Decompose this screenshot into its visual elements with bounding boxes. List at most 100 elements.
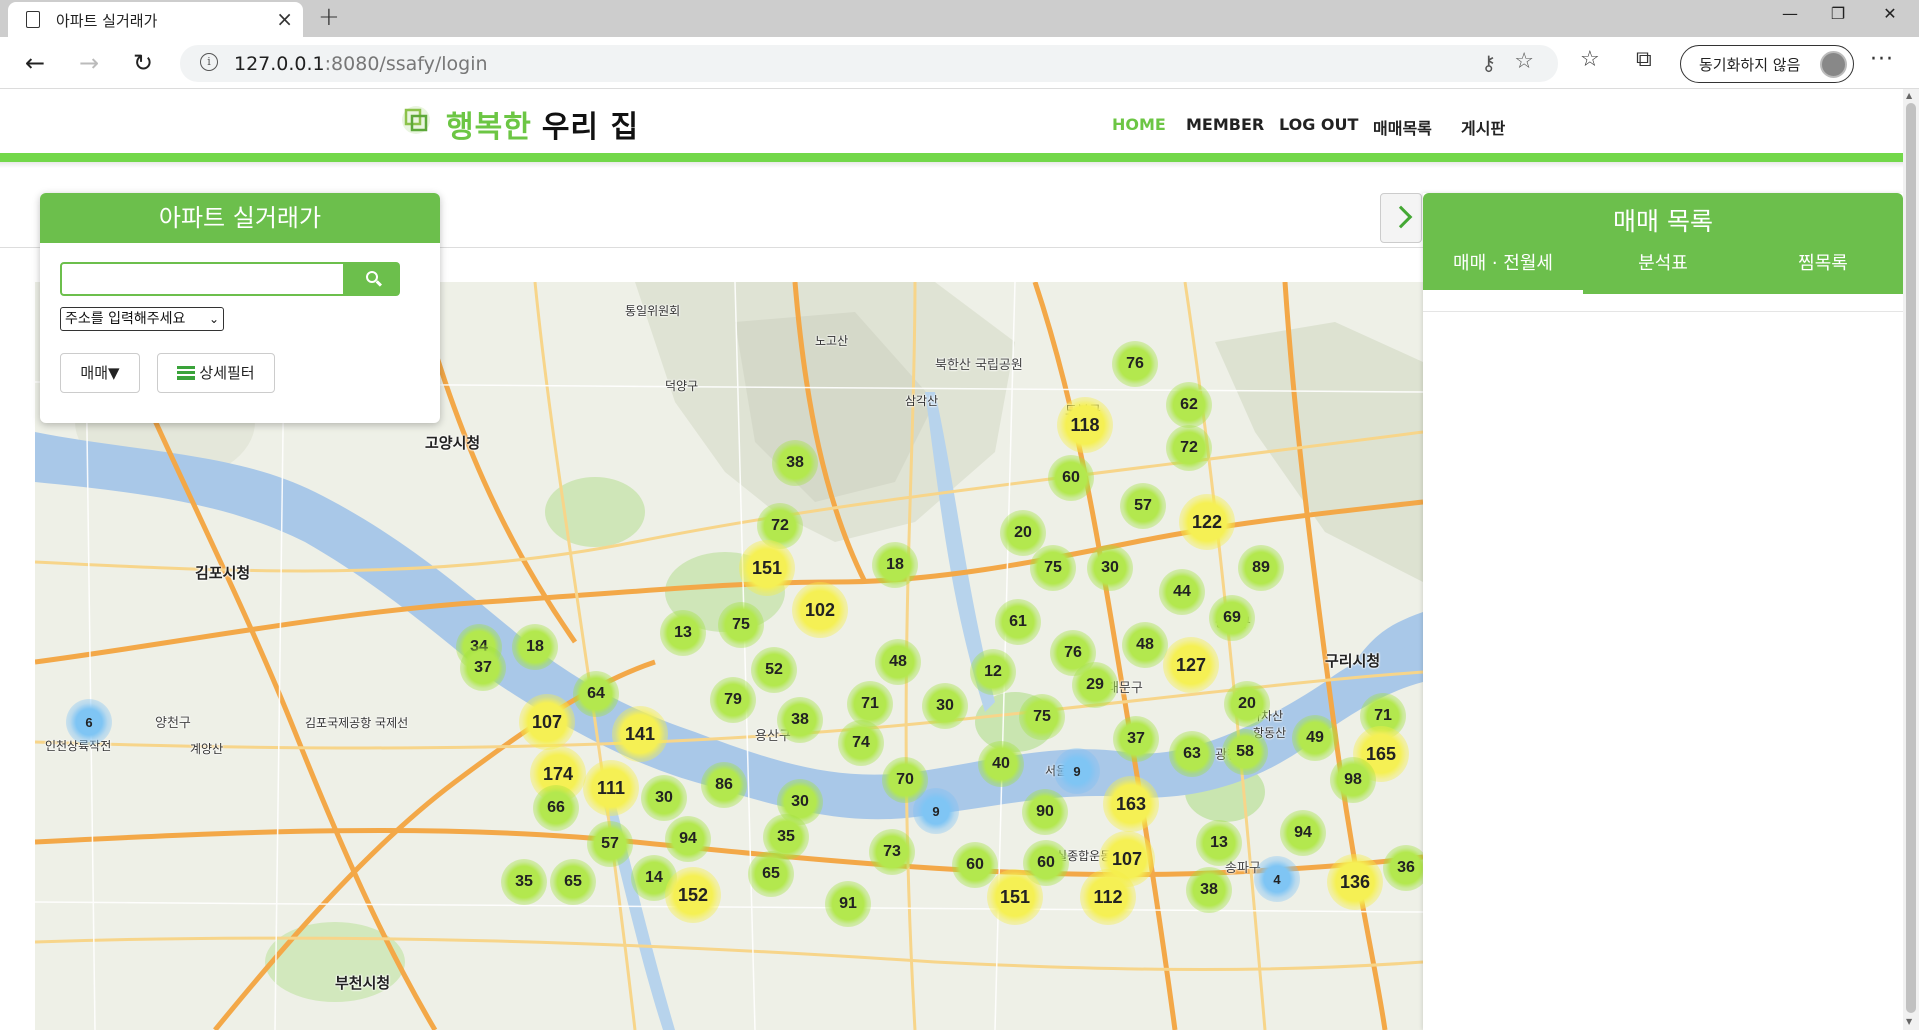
apartment-cluster-marker[interactable]: 64 [573, 671, 619, 717]
detail-filter-button[interactable]: 상세필터 [157, 353, 275, 393]
apartment-cluster-marker[interactable]: 107 [519, 694, 575, 750]
panel-toggle-button[interactable] [1380, 193, 1422, 243]
url-text[interactable]: 127.0.0.1:8080/ssafy/login [234, 53, 488, 75]
tab-sale-rent[interactable]: 매매 · 전월세 [1423, 251, 1583, 294]
apartment-cluster-marker[interactable]: 127 [1163, 637, 1219, 693]
apartment-cluster-marker[interactable]: 9 [913, 788, 959, 834]
search-input[interactable] [60, 262, 345, 296]
apartment-cluster-marker[interactable]: 76 [1112, 341, 1158, 387]
apartment-cluster-marker[interactable]: 6 [66, 699, 112, 745]
apartment-cluster-marker[interactable]: 40 [978, 741, 1024, 787]
new-tab-button[interactable]: + [318, 2, 340, 32]
nav-board[interactable]: 게시판 [1461, 115, 1505, 139]
apartment-cluster-marker[interactable]: 89 [1238, 545, 1284, 591]
apartment-cluster-marker[interactable]: 102 [792, 582, 848, 638]
apartment-cluster-marker[interactable]: 90 [1022, 789, 1068, 835]
apartment-cluster-marker[interactable]: 38 [777, 697, 823, 743]
apartment-cluster-marker[interactable]: 151 [739, 540, 795, 596]
apartment-cluster-marker[interactable]: 69 [1209, 595, 1255, 641]
apartment-cluster-marker[interactable]: 163 [1103, 776, 1159, 832]
nav-logout[interactable]: LOG OUT [1279, 115, 1358, 134]
profile-sync-button[interactable]: 동기화하지 않음 [1680, 45, 1854, 83]
apartment-cluster-marker[interactable]: 30 [641, 775, 687, 821]
apartment-cluster-marker[interactable]: 30 [922, 683, 968, 729]
apartment-cluster-marker[interactable]: 65 [748, 851, 794, 897]
apartment-cluster-marker[interactable]: 94 [1280, 810, 1326, 856]
close-window-button[interactable]: ✕ [1860, 0, 1919, 30]
apartment-cluster-marker[interactable]: 38 [1186, 867, 1232, 913]
favorite-star-icon[interactable]: ☆ [1514, 49, 1534, 74]
apartment-cluster-marker[interactable]: 72 [1166, 425, 1212, 471]
apartment-cluster-marker[interactable]: 86 [701, 762, 747, 808]
apartment-cluster-marker[interactable]: 44 [1159, 569, 1205, 615]
apartment-cluster-marker[interactable]: 29 [1072, 662, 1118, 708]
apartment-cluster-marker[interactable]: 65 [550, 859, 596, 905]
site-info-icon[interactable]: i [200, 53, 218, 71]
apartment-cluster-marker[interactable]: 94 [665, 816, 711, 862]
tab-analysis[interactable]: 분석표 [1583, 251, 1743, 294]
apartment-cluster-marker[interactable]: 151 [987, 869, 1043, 925]
apartment-cluster-marker[interactable]: 13 [1196, 820, 1242, 866]
apartment-cluster-marker[interactable]: 18 [512, 624, 558, 670]
apartment-cluster-marker[interactable]: 141 [612, 706, 668, 762]
apartment-cluster-marker[interactable]: 35 [501, 859, 547, 905]
apartment-cluster-marker[interactable]: 79 [710, 677, 756, 723]
collections-icon[interactable]: ⧉ [1636, 47, 1652, 72]
tab-favorites[interactable]: 찜목록 [1743, 251, 1903, 294]
apartment-cluster-marker[interactable]: 37 [460, 645, 506, 691]
page-scrollbar[interactable]: ▲ ▼ [1903, 89, 1919, 1030]
apartment-cluster-marker[interactable]: 13 [660, 610, 706, 656]
apartment-cluster-marker[interactable]: 52 [751, 647, 797, 693]
apartment-cluster-marker[interactable]: 111 [583, 760, 639, 816]
apartment-cluster-marker[interactable]: 98 [1330, 757, 1376, 803]
search-button[interactable] [345, 262, 400, 296]
close-tab-icon[interactable]: × [276, 7, 293, 31]
apartment-cluster-marker[interactable]: 75 [718, 602, 764, 648]
scroll-down-icon[interactable]: ▼ [1906, 1017, 1912, 1026]
apartment-cluster-marker[interactable]: 18 [872, 542, 918, 588]
more-menu-icon[interactable]: ··· [1870, 47, 1894, 72]
apartment-cluster-marker[interactable]: 38 [772, 440, 818, 486]
nav-deal-list[interactable]: 매매목록 [1373, 115, 1432, 139]
apartment-cluster-marker[interactable]: 75 [1030, 545, 1076, 591]
apartment-cluster-marker[interactable]: 36 [1383, 845, 1423, 891]
apartment-cluster-marker[interactable]: 57 [1120, 483, 1166, 529]
back-button[interactable]: ← [18, 46, 52, 80]
apartment-cluster-marker[interactable]: 118 [1057, 397, 1113, 453]
nav-member[interactable]: MEMBER [1186, 115, 1264, 134]
apartment-cluster-marker[interactable]: 61 [995, 599, 1041, 645]
apartment-cluster-marker[interactable]: 4 [1254, 856, 1300, 902]
favorites-icon[interactable]: ☆ [1580, 47, 1600, 72]
key-icon[interactable]: ⚷ [1481, 51, 1496, 75]
apartment-cluster-marker[interactable]: 75 [1019, 694, 1065, 740]
apartment-cluster-marker[interactable]: 122 [1179, 494, 1235, 550]
address-bar[interactable]: i 127.0.0.1:8080/ssafy/login ⚷ ☆ [180, 45, 1558, 82]
apartment-cluster-marker[interactable]: 152 [665, 867, 721, 923]
apartment-cluster-marker[interactable]: 57 [587, 821, 633, 867]
brand-title[interactable]: 행복한 우리 집 [446, 102, 639, 146]
reload-button[interactable]: ↻ [126, 46, 160, 80]
apartment-cluster-marker[interactable]: 48 [1122, 622, 1168, 668]
apartment-cluster-marker[interactable]: 20 [1224, 681, 1270, 727]
apartment-cluster-marker[interactable]: 49 [1292, 715, 1338, 761]
apartment-cluster-marker[interactable]: 136 [1327, 854, 1383, 910]
apartment-cluster-marker[interactable]: 58 [1222, 729, 1268, 775]
apartment-cluster-marker[interactable]: 37 [1113, 716, 1159, 762]
deal-type-button[interactable]: 매매▼ [60, 353, 140, 393]
apartment-cluster-marker[interactable]: 12 [970, 649, 1016, 695]
maximize-button[interactable]: ❐ [1808, 0, 1868, 30]
scroll-thumb[interactable] [1906, 103, 1916, 1013]
logo-icon[interactable] [401, 105, 431, 135]
apartment-cluster-marker[interactable]: 63 [1169, 731, 1215, 777]
apartment-cluster-marker[interactable]: 66 [533, 785, 579, 831]
apartment-cluster-marker[interactable]: 91 [825, 881, 871, 927]
nav-home[interactable]: HOME [1112, 115, 1166, 134]
scroll-up-icon[interactable]: ▲ [1906, 91, 1912, 100]
browser-tab[interactable]: 아파트 실거래가 × [8, 2, 303, 37]
apartment-cluster-marker[interactable]: 62 [1166, 382, 1212, 428]
apartment-cluster-marker[interactable]: 74 [838, 720, 884, 766]
apartment-cluster-marker[interactable]: 48 [875, 639, 921, 685]
forward-button[interactable]: → [72, 46, 106, 80]
apartment-cluster-marker[interactable]: 73 [869, 829, 915, 875]
address-select[interactable]: 주소를 입력해주세요 ⌄ [60, 307, 224, 331]
